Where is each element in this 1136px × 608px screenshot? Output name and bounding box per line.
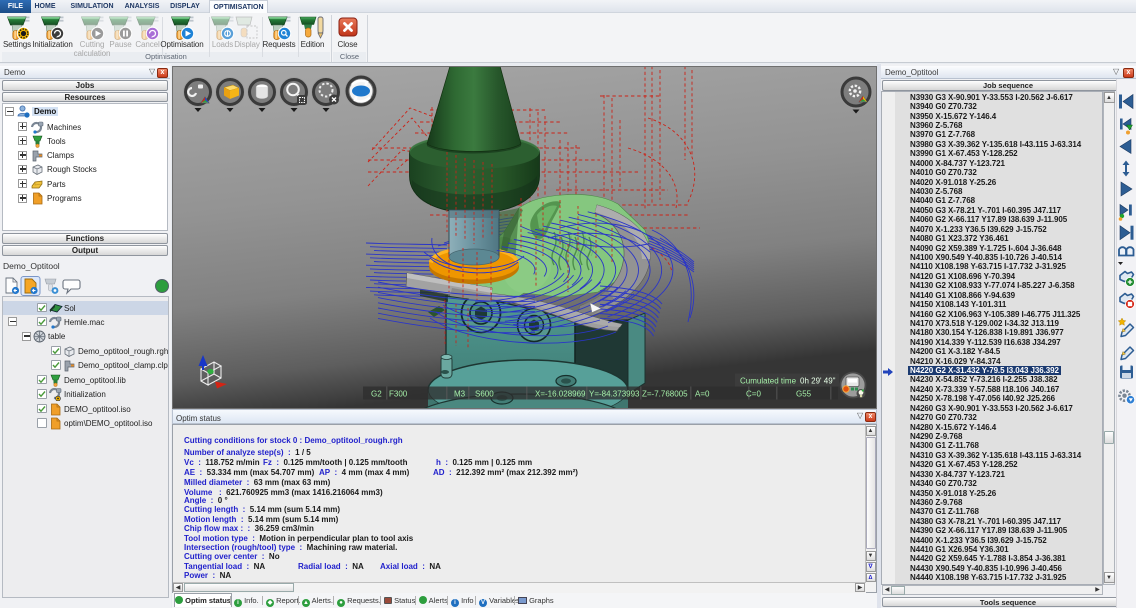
svg-text:M3: M3 — [454, 390, 466, 399]
svg-text:F300: F300 — [389, 390, 408, 399]
svg-text:G2: G2 — [371, 390, 382, 399]
svg-text:Cumulated time: Cumulated time — [740, 377, 797, 386]
svg-text:S600: S600 — [475, 390, 494, 399]
svg-text:A=0: A=0 — [695, 390, 710, 399]
svg-text:G55: G55 — [796, 390, 812, 399]
svg-text:C=0: C=0 — [746, 390, 761, 399]
svg-text:X=-16.028969: X=-16.028969 — [535, 390, 586, 399]
svg-text:0h 29' 49": 0h 29' 49" — [800, 377, 836, 386]
svg-text:Z=-7.768005: Z=-7.768005 — [642, 390, 688, 399]
svg-text:Y=-84.373993: Y=-84.373993 — [589, 390, 640, 399]
